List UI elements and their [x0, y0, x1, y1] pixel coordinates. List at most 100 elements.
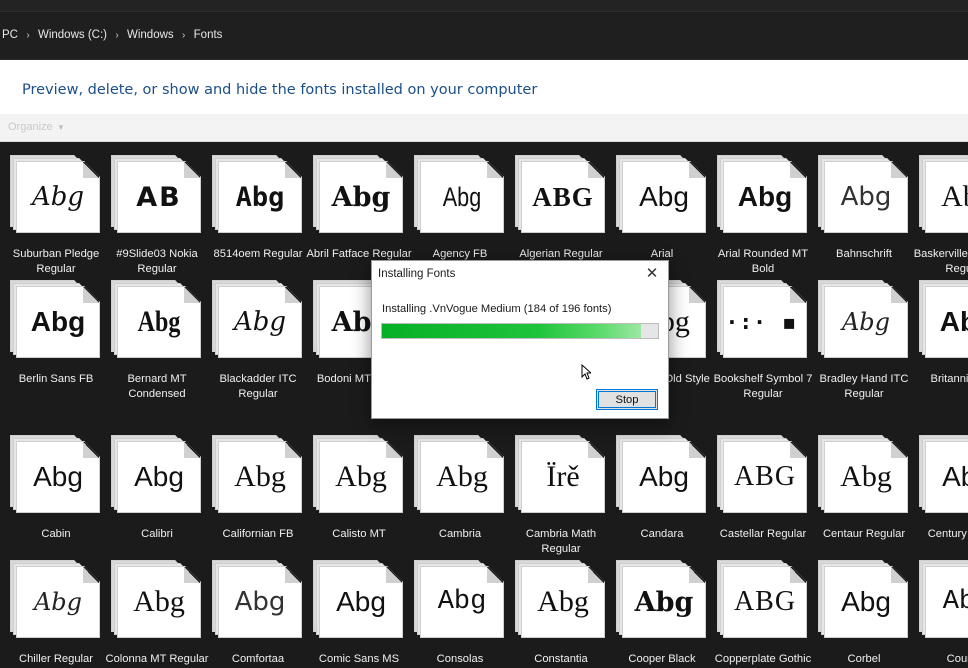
close-icon[interactable]: ✕ [640, 263, 664, 285]
font-file-icon: Abg [111, 280, 201, 368]
stop-button[interactable]: Stop [596, 389, 658, 410]
font-sample-text: Abg [437, 587, 487, 617]
font-sample-text: Abg [841, 586, 891, 617]
font-sample-text: ABG [733, 586, 797, 617]
font-sample-text: Abg [840, 460, 892, 493]
font-sample-text: Abg [840, 182, 892, 212]
font-sample-text: Abg [639, 461, 689, 492]
font-sample-text: Abg [841, 308, 891, 336]
font-sample-text: Abg [33, 461, 83, 492]
chevron-right-icon: › [26, 29, 30, 41]
font-sample-text: ABG [532, 181, 594, 212]
font-file-icon: Abg [616, 435, 706, 523]
font-name-label: Cooper Black [628, 653, 696, 665]
font-sample-text: Abg [234, 587, 286, 617]
font-sample-text: Abg [233, 307, 287, 337]
font-name-label: Candara [640, 528, 684, 540]
font-name-label: 8514oem Regular [213, 248, 303, 260]
font-file-icon: Abg [10, 280, 100, 368]
install-progress-fill [382, 324, 642, 338]
font-name-label: Centaur Regular [822, 528, 906, 540]
command-bar: Organize [0, 114, 968, 142]
font-file-icon: Abg [919, 280, 968, 368]
font-sample-text: Abg [331, 181, 391, 213]
font-file-icon: Abg [919, 155, 968, 243]
font-name-label: Baskerville Old Face Regular [913, 248, 968, 275]
font-file-icon: Abg [717, 155, 807, 243]
font-name-label: #9Slide03 Nokia Regular [116, 248, 198, 275]
dialog-title: Installing Fonts [378, 268, 456, 280]
font-name-label: Bernard MT Condensed [127, 373, 187, 400]
control-panel-header: Preview, delete, or show and hide the fo… [0, 60, 968, 114]
font-sample-text: Abg [942, 461, 968, 492]
chevron-right-icon: › [115, 29, 119, 41]
font-file-icon: Ïrě [515, 435, 605, 523]
font-name-label: Castellar Regular [719, 528, 807, 540]
font-file-icon: ABG [717, 560, 807, 648]
installing-fonts-dialog: Installing Fonts ✕ Installing .VnVogue M… [371, 260, 669, 419]
breadcrumb-item-windows[interactable]: Windows [125, 29, 176, 41]
font-sample-text: Abg [134, 461, 184, 492]
address-bar[interactable]: PC › Windows (C:) › Windows › Fonts [0, 12, 968, 60]
mouse-cursor-icon [581, 364, 591, 380]
font-file-icon: Abg [515, 560, 605, 648]
font-file-icon: ABG [717, 435, 807, 523]
font-sample-text: Abg [442, 181, 482, 212]
font-file-icon: Abg [616, 155, 706, 243]
font-name-label: Suburban Pledge Regular [12, 248, 100, 275]
font-file-icon: Abg [212, 155, 302, 243]
font-file-icon: Abg [313, 435, 403, 523]
font-sample-text: Abg [537, 585, 589, 618]
font-file-icon: Abg [212, 280, 302, 368]
organize-button[interactable]: Organize [8, 121, 63, 133]
font-file-icon: Abg [10, 155, 100, 243]
font-name-label: Arial Rounded MT Bold [717, 248, 809, 275]
font-file-icon: ABG [515, 155, 605, 243]
font-file-icon: Abg [919, 560, 968, 648]
font-sample-text: Abg [436, 460, 488, 493]
font-file-icon: ·:· ▪ [717, 280, 807, 368]
font-name-label: Cambria [438, 528, 482, 540]
font-sample-text: Abg [939, 306, 968, 337]
font-file-icon: Abg [818, 155, 908, 243]
font-sample-text: Abg [33, 588, 83, 616]
breadcrumb-item-pc[interactable]: PC [0, 29, 20, 41]
font-file-icon: Abg [212, 435, 302, 523]
font-name-label: Chiller Regular [19, 653, 93, 665]
font-file-icon: Abg [919, 435, 968, 523]
font-name-label: Comic Sans MS [318, 653, 400, 665]
font-sample-text: Abg [335, 460, 387, 493]
font-file-icon: Abg [10, 560, 100, 648]
font-file-icon: Abg [414, 560, 504, 648]
font-file-icon: Abg [10, 435, 100, 523]
page-title: Preview, delete, or show and hide the fo… [22, 82, 538, 98]
breadcrumb-item-windows-c[interactable]: Windows (C:) [36, 29, 109, 41]
chevron-right-icon: › [181, 29, 186, 41]
font-file-icon: Abg [818, 435, 908, 523]
font-sample-text: Abg [137, 305, 181, 338]
font-sample-text: Abg [133, 585, 185, 618]
font-sample-text: Abg [634, 586, 694, 618]
font-file-icon: Abg [414, 155, 504, 243]
font-name-label: Copperplate Gothic [714, 653, 812, 665]
window-top-strip [0, 0, 968, 12]
font-file-icon: Abg [818, 560, 908, 648]
font-name-label: Colonna MT Regular [105, 653, 209, 665]
font-sample-text: Abg [737, 181, 793, 212]
font-sample-text: Abg [941, 180, 968, 213]
font-name-label: Britannic Bold [930, 373, 968, 385]
font-name-label: Blackadder ITC Regular [219, 373, 297, 400]
font-file-icon: Abg [111, 435, 201, 523]
font-name-label: Comfortaa [231, 653, 285, 665]
font-name-label: Cambria Math Regular [525, 528, 597, 555]
font-file-icon: Abg [313, 560, 403, 648]
font-name-label: Calisto MT [332, 528, 386, 540]
font-name-label: Courier [946, 653, 968, 665]
font-name-label: Corbel [847, 653, 881, 665]
font-name-label: Century Gothic [927, 528, 968, 540]
breadcrumb-item-fonts[interactable]: Fonts [192, 29, 225, 41]
font-file-icon: AB [111, 155, 201, 243]
install-progress-bar [381, 323, 659, 339]
font-file-icon: Abg [313, 155, 403, 243]
font-name-label: Calibri [141, 528, 173, 540]
